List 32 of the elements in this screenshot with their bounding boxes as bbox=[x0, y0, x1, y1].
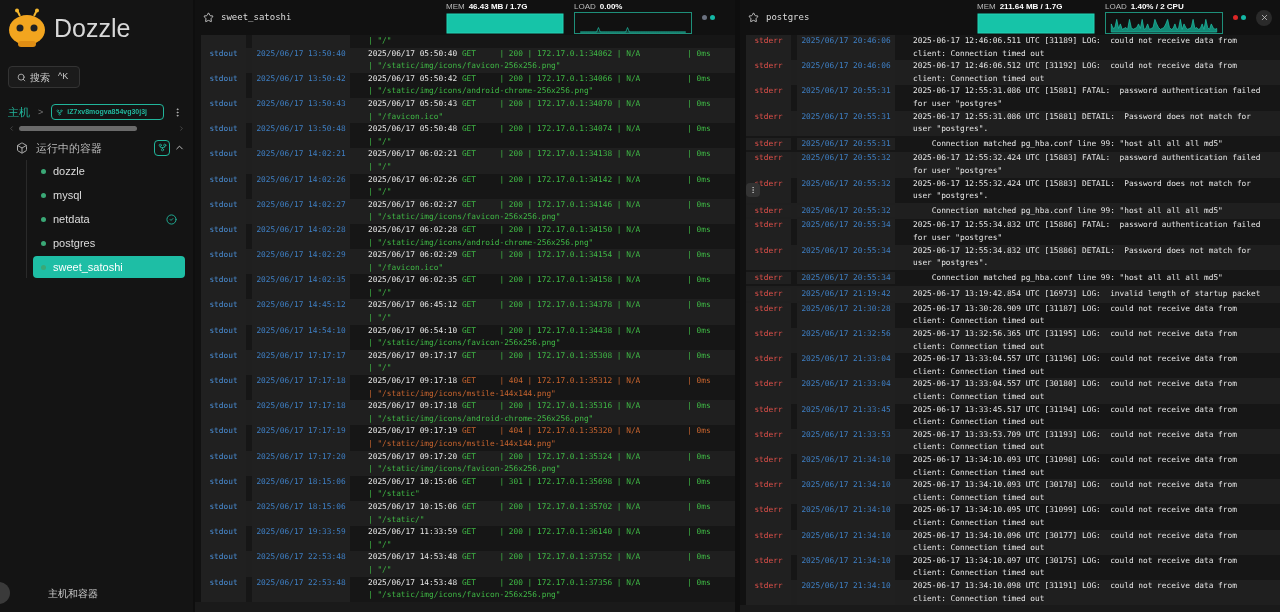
section-title: 运行中的容器 bbox=[36, 140, 102, 156]
container-item[interactable]: netdata bbox=[33, 208, 185, 230]
app-name: Dozzle bbox=[54, 13, 131, 45]
panel-title: postgres bbox=[766, 10, 810, 24]
footer-label: 主机和容器 bbox=[48, 586, 98, 601]
load-value: 0.00% bbox=[599, 1, 623, 12]
load-value: 1.40% / 2 CPU bbox=[1130, 1, 1184, 12]
star-icon[interactable] bbox=[748, 12, 759, 23]
mem-label: MEM bbox=[446, 1, 465, 12]
mascot-logo-icon bbox=[8, 8, 46, 50]
fork-icon bbox=[56, 108, 64, 116]
container-item[interactable]: postgres bbox=[33, 232, 185, 254]
container-item[interactable]: mysql bbox=[33, 184, 185, 206]
more-icon bbox=[749, 185, 757, 194]
container-item[interactable]: dozzle bbox=[33, 160, 185, 182]
load-label: LOAD bbox=[1105, 1, 1127, 12]
mem-value: 211.64 MB / 1.7G bbox=[999, 1, 1063, 12]
load-label: LOAD bbox=[574, 1, 596, 12]
close-icon bbox=[1259, 13, 1269, 22]
close-button[interactable] bbox=[1256, 9, 1272, 26]
mem-label: MEM bbox=[977, 1, 996, 12]
host-label: 主机 bbox=[8, 105, 30, 120]
fork-icon bbox=[157, 143, 167, 153]
panel-title: sweet_satoshi bbox=[221, 10, 292, 24]
search-button[interactable]: 搜索 ^K bbox=[8, 66, 80, 88]
mem-value: 46.43 MB / 1.7G bbox=[468, 1, 528, 12]
search-icon bbox=[17, 72, 26, 82]
star-icon[interactable] bbox=[203, 12, 214, 23]
scrollbar-thumb[interactable] bbox=[19, 125, 137, 131]
breadcrumb-separator: > bbox=[37, 105, 45, 119]
cube-icon bbox=[16, 141, 28, 154]
filter-button[interactable] bbox=[154, 139, 170, 156]
